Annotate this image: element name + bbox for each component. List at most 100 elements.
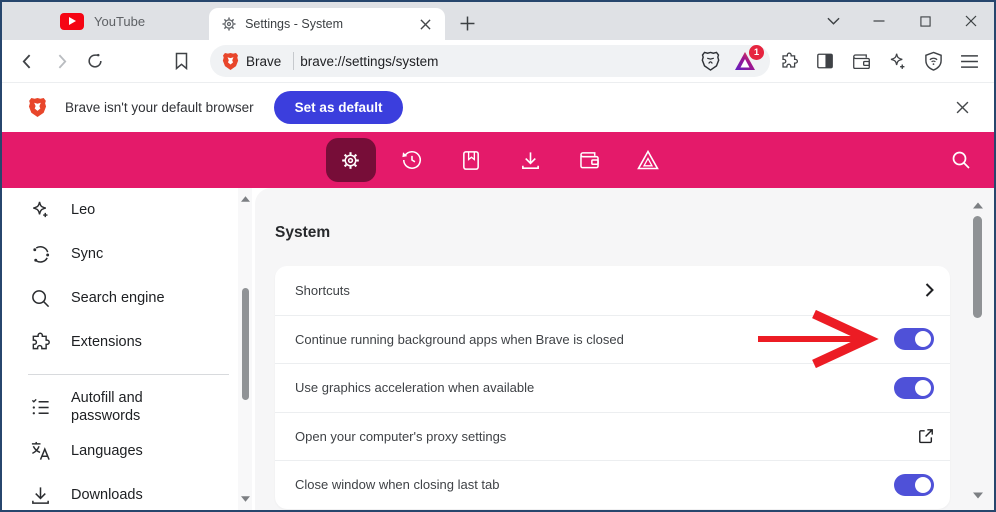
- tab-strip: YouTube Settings - System: [2, 2, 994, 40]
- address-bar-actions: 1: [701, 45, 764, 72]
- rewards-triangle-icon[interactable]: [626, 138, 671, 182]
- row-label: Close window when closing last tab: [295, 477, 500, 493]
- bookmarks-icon[interactable]: [449, 138, 494, 182]
- brave-rewards-icon[interactable]: 1: [734, 45, 764, 71]
- chevron-right-icon: [925, 283, 934, 297]
- settings-sidebar: Leo Sync Search engine Extensions Autofi…: [2, 188, 255, 510]
- extensions-puzzle-icon[interactable]: [774, 46, 804, 76]
- settings-body: Leo Sync Search engine Extensions Autofi…: [2, 188, 994, 510]
- page-title: System: [275, 224, 331, 241]
- history-icon[interactable]: [390, 138, 435, 182]
- brave-lion-icon: [28, 98, 47, 117]
- infobar-message: Brave isn't your default browser: [65, 100, 254, 115]
- scrollbar-thumb[interactable]: [973, 216, 982, 318]
- graphics-acceleration-toggle-on[interactable]: [894, 376, 934, 399]
- tab-search-chevron-icon[interactable]: [810, 2, 856, 40]
- infobar-close-icon[interactable]: [948, 94, 976, 122]
- scroll-down-icon[interactable]: [240, 492, 250, 506]
- minimize-button[interactable]: [856, 2, 902, 40]
- sidebar-item-sync[interactable]: Sync: [2, 232, 255, 276]
- maximize-button[interactable]: [902, 2, 948, 40]
- sidebar-item-leo[interactable]: Leo: [2, 188, 255, 232]
- autofill-list-icon: [31, 398, 49, 414]
- scroll-down-icon[interactable]: [972, 488, 983, 502]
- download-icon: [32, 486, 49, 504]
- rewards-notification-badge: 1: [749, 45, 764, 60]
- sidebar-item-extensions[interactable]: Extensions: [2, 320, 255, 364]
- sidebar-item-label: Search engine: [71, 289, 165, 306]
- brave-lion-icon: [222, 52, 239, 70]
- bookmark-icon[interactable]: [166, 46, 196, 76]
- row-proxy-settings[interactable]: Open your computer's proxy settings: [275, 411, 950, 461]
- site-identity[interactable]: Brave: [216, 52, 287, 71]
- sidebar-item-label: Leo: [71, 201, 96, 218]
- url-text[interactable]: brave://settings/system: [300, 54, 695, 69]
- leo-sparkle-icon: [33, 201, 48, 217]
- wallet-icon[interactable]: [846, 46, 876, 76]
- downloads-icon[interactable]: [508, 138, 553, 182]
- sidebar-scrollbar[interactable]: [238, 188, 252, 510]
- sidebar-item-label: Languages: [71, 442, 143, 459]
- tab-settings-system[interactable]: Settings - System: [209, 8, 446, 40]
- settings-gear-icon[interactable]: [325, 138, 376, 182]
- settings-header-nav: [325, 138, 671, 182]
- row-close-window-last-tab: Close window when closing last tab: [275, 460, 950, 509]
- set-as-default-button[interactable]: Set as default: [273, 91, 404, 124]
- row-label: Open your computer's proxy settings: [295, 428, 507, 444]
- external-link-icon: [918, 428, 934, 444]
- search-settings-icon[interactable]: [946, 145, 976, 175]
- row-shortcuts[interactable]: Shortcuts: [275, 266, 950, 315]
- sidebar-item-languages[interactable]: Languages: [2, 429, 255, 473]
- sidebar-item-label: Downloads: [71, 486, 143, 503]
- translate-icon: [31, 441, 50, 460]
- close-window-toggle-on[interactable]: [894, 473, 934, 496]
- sidebar-item-label: Extensions: [71, 333, 142, 350]
- tab-youtube[interactable]: YouTube: [2, 2, 161, 40]
- scrollbar-thumb[interactable]: [241, 288, 249, 400]
- background-apps-toggle-on[interactable]: [894, 328, 934, 351]
- side-panel-icon[interactable]: [810, 46, 840, 76]
- navigation-toolbar: Brave brave://settings/system 1: [2, 40, 994, 82]
- row-graphics-acceleration: Use graphics acceleration when available: [275, 363, 950, 412]
- brave-shields-icon[interactable]: [701, 51, 720, 72]
- sidebar-item-label: Sync: [71, 245, 104, 262]
- back-button[interactable]: [12, 46, 42, 76]
- sidebar-item-autofill[interactable]: Autofill and passwords: [2, 385, 255, 429]
- settings-header: [2, 132, 994, 188]
- site-identity-label: Brave: [246, 53, 282, 69]
- tab-label: Settings - System: [245, 17, 344, 31]
- toolbar-actions: [774, 46, 984, 76]
- sidebar-item-downloads[interactable]: Downloads: [2, 473, 255, 510]
- scroll-up-icon[interactable]: [240, 192, 250, 206]
- menu-icon[interactable]: [954, 46, 984, 76]
- scroll-up-icon[interactable]: [972, 198, 983, 212]
- leo-ai-icon[interactable]: [882, 46, 912, 76]
- settings-main-panel: System Shortcuts Continue running backgr…: [255, 188, 994, 510]
- tab-close-icon[interactable]: [415, 14, 435, 34]
- sidebar-divider: [28, 374, 229, 375]
- reload-button[interactable]: [80, 46, 110, 76]
- tab-label: YouTube: [94, 13, 146, 29]
- search-icon: [32, 289, 50, 307]
- browser-window: YouTube Settings - System Brave brave://…: [0, 0, 996, 512]
- sidebar-item-label: Autofill and passwords: [71, 389, 143, 424]
- address-bar[interactable]: Brave brave://settings/system 1: [210, 45, 770, 77]
- wallet-icon[interactable]: [567, 138, 612, 182]
- window-controls: [810, 2, 994, 40]
- row-label: Use graphics acceleration when available: [295, 380, 535, 396]
- divider: [293, 52, 295, 70]
- content-scrollbar[interactable]: [970, 188, 985, 510]
- forward-button[interactable]: [46, 46, 76, 76]
- row-background-apps: Continue running background apps when Br…: [275, 310, 950, 369]
- sidebar-item-search-engine[interactable]: Search engine: [2, 276, 255, 320]
- new-tab-button[interactable]: [453, 9, 481, 37]
- system-settings-card: Shortcuts Continue running background ap…: [275, 266, 950, 509]
- default-browser-infobar: Brave isn't your default browser Set as …: [2, 82, 994, 132]
- youtube-favicon: [60, 12, 84, 30]
- vpn-shield-icon[interactable]: [918, 46, 948, 76]
- sync-icon: [33, 245, 50, 263]
- row-label: Continue running background apps when Br…: [295, 331, 624, 347]
- close-window-button[interactable]: [948, 2, 994, 40]
- settings-gear-favicon: [221, 16, 237, 32]
- row-label: Shortcuts: [295, 282, 350, 298]
